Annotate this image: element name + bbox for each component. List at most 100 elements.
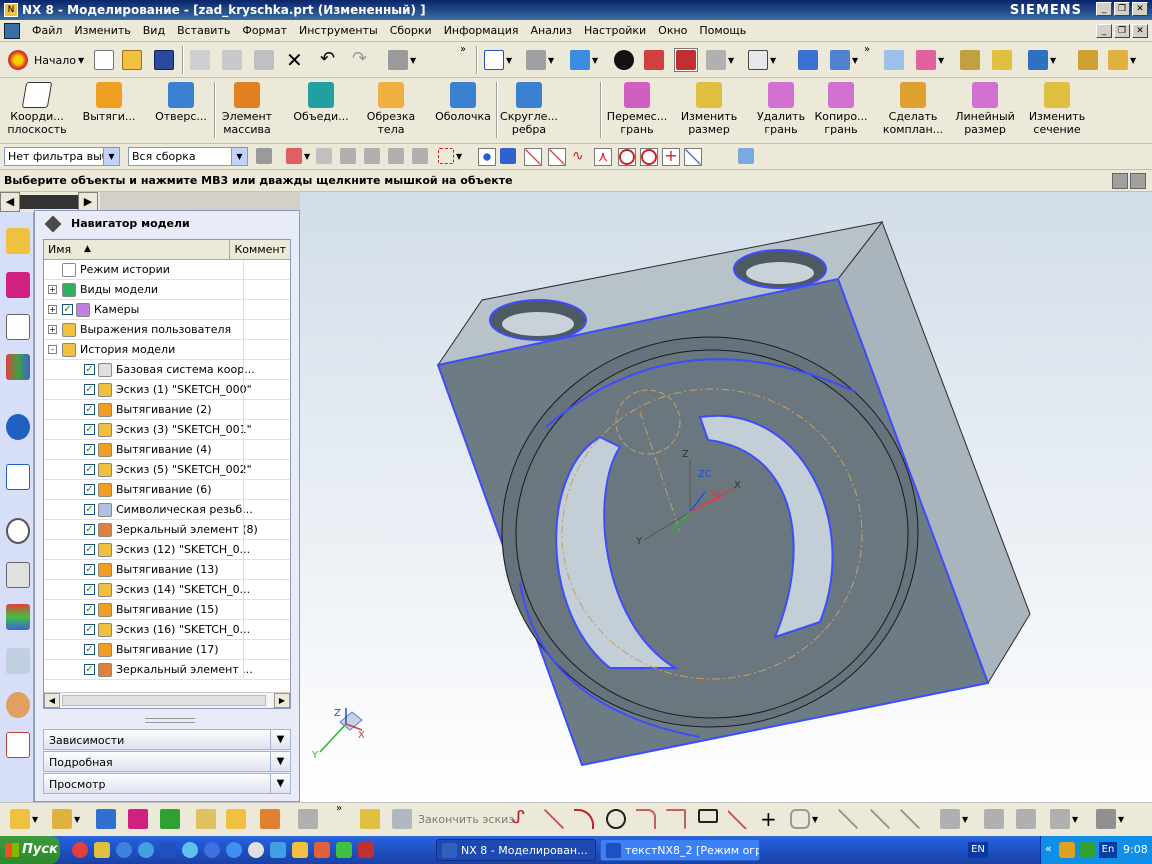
nav-left-button[interactable]: ◀: [0, 192, 20, 212]
explode-button[interactable]: [196, 809, 216, 829]
clip-button[interactable]: ▼: [706, 50, 734, 70]
move-face-button[interactable]: Перемес... грань: [602, 82, 672, 140]
trim-body-button[interactable]: Обрезка тела: [356, 82, 426, 140]
datum-plane-button[interactable]: Коорди... плоскость: [2, 82, 72, 140]
cut-button[interactable]: [190, 50, 210, 70]
pattern-feature-button[interactable]: Элемент массива: [212, 82, 282, 140]
quicklaunch-word-icon[interactable]: [160, 842, 176, 858]
section-button[interactable]: [674, 48, 698, 72]
visibility-checkbox[interactable]: ✓: [62, 304, 73, 315]
quicklaunch-icon-10[interactable]: [270, 842, 286, 858]
task-nx8[interactable]: NX 8 - Моделирован...: [436, 839, 596, 861]
quicklaunch-icon-12[interactable]: [314, 842, 330, 858]
column-comment[interactable]: Коммент: [230, 240, 290, 259]
info-icon[interactable]: [6, 414, 30, 440]
tree-row[interactable]: ✓ Вытягивание (4): [44, 440, 290, 460]
minimize-button[interactable]: _: [1096, 2, 1112, 16]
tree-row[interactable]: ✓ Вытягивание (17): [44, 640, 290, 660]
fit-view-button[interactable]: ▼: [484, 50, 512, 70]
wcs-button[interactable]: ▼: [830, 50, 858, 70]
graphics-window[interactable]: Z ZC XC X Y Z X Y: [300, 192, 1152, 802]
visibility-checkbox[interactable]: ✓: [84, 644, 95, 655]
general-selection-button[interactable]: ▼: [286, 148, 310, 164]
menu-view[interactable]: Вид: [137, 24, 171, 37]
layer-button[interactable]: [884, 50, 904, 70]
menu-help[interactable]: Помощь: [693, 24, 752, 37]
copy-button[interactable]: [222, 50, 242, 70]
point-on-face-snap-button[interactable]: [738, 148, 754, 164]
menu-preferences[interactable]: Настройки: [578, 24, 652, 37]
tree-row[interactable]: + Выражения пользователя: [44, 320, 290, 340]
pin-icon[interactable]: [44, 215, 62, 233]
expand-icon[interactable]: +: [48, 285, 57, 294]
fillet-button[interactable]: [636, 809, 656, 829]
process-studio-icon[interactable]: [6, 648, 30, 674]
polygon-button[interactable]: [728, 809, 748, 829]
unite-button[interactable]: Объеди...: [286, 82, 356, 140]
hole-button[interactable]: Отверс...: [146, 82, 216, 140]
profile-button[interactable]: ᔑ: [512, 807, 525, 828]
link-button[interactable]: [260, 809, 280, 829]
chamfer-button[interactable]: [666, 809, 686, 829]
dimension-button[interactable]: [984, 809, 1004, 829]
menu-file[interactable]: Файл: [26, 24, 68, 37]
line-button[interactable]: [544, 809, 564, 829]
start-menu-button[interactable]: Начало ▼: [8, 50, 84, 70]
toolbar-overflow-button-3[interactable]: »: [336, 803, 342, 814]
tray-icon-2[interactable]: [1079, 842, 1095, 858]
select-edge-button[interactable]: [412, 148, 428, 164]
quicklaunch-folder-icon[interactable]: [292, 842, 308, 858]
quicklaunch-icon-13[interactable]: [336, 842, 352, 858]
expand-icon[interactable]: +: [48, 305, 57, 314]
intersection-snap-button[interactable]: ⋏: [594, 148, 612, 166]
clock[interactable]: 9:08: [1123, 843, 1148, 856]
doc-restore-button[interactable]: ❐: [1114, 23, 1130, 38]
point-button[interactable]: +: [760, 807, 777, 831]
quadrant-snap-button[interactable]: [640, 148, 658, 166]
edge-blend-button[interactable]: Скругле... ребра: [494, 82, 564, 140]
change-section-button[interactable]: Изменить сечение: [1022, 82, 1092, 140]
make-coplanar-button[interactable]: Сделать комплан...: [878, 82, 948, 140]
move-object-button[interactable]: ▼: [1028, 50, 1056, 70]
copy-face-button[interactable]: Копиро... грань: [806, 82, 876, 140]
task-word-document[interactable]: текстNX8_2 [Режим огр...: [600, 839, 760, 861]
visibility-checkbox[interactable]: ✓: [84, 544, 95, 555]
system-scenes-icon[interactable]: [6, 732, 30, 758]
quicklaunch-icon-6[interactable]: [182, 842, 198, 858]
visibility-checkbox[interactable]: ✓: [84, 504, 95, 515]
visibility-checkbox[interactable]: ✓: [84, 464, 95, 475]
menu-analysis[interactable]: Анализ: [525, 24, 579, 37]
tray-expand-icon[interactable]: «: [1045, 842, 1052, 855]
start-button[interactable]: Пуск: [0, 836, 60, 864]
scroll-left-button[interactable]: ◀: [44, 693, 60, 708]
assembly-button[interactable]: ▼: [10, 809, 38, 829]
shell-button[interactable]: Оболочка: [428, 82, 498, 140]
visibility-checkbox[interactable]: ✓: [84, 604, 95, 615]
endpoint-snap-button[interactable]: [524, 148, 542, 166]
constraint-navigator-icon[interactable]: [6, 272, 30, 298]
quicklaunch-ie-icon[interactable]: [226, 842, 242, 858]
visibility-checkbox[interactable]: ✓: [84, 364, 95, 375]
rectangle-select-button[interactable]: ▼: [438, 148, 462, 164]
visibility-checkbox[interactable]: ✓: [84, 624, 95, 635]
visibility-checkbox[interactable]: ✓: [84, 444, 95, 455]
mate-button[interactable]: [128, 809, 148, 829]
quicklaunch-icon-2[interactable]: [94, 842, 110, 858]
quicklaunch-icon-9[interactable]: [248, 842, 264, 858]
nx-app-icon[interactable]: N: [4, 3, 18, 17]
tree-row[interactable]: ✓ Базовая система коор...: [44, 360, 290, 380]
point-on-curve-snap-button[interactable]: [684, 148, 702, 166]
doc-close-button[interactable]: ✕: [1132, 23, 1148, 38]
existing-point-snap-button[interactable]: +: [662, 148, 680, 166]
finish-sketch-button[interactable]: [392, 809, 412, 829]
tree-row[interactable]: ✓ Эскиз (3) "SKETCH_001": [44, 420, 290, 440]
follow-selection-button[interactable]: [316, 148, 332, 164]
tree-row[interactable]: + ✓ Камеры: [44, 300, 290, 320]
tree-row[interactable]: ✓ Вытягивание (6): [44, 480, 290, 500]
visibility-checkbox[interactable]: ✓: [84, 384, 95, 395]
offset-curve-button[interactable]: ▼: [790, 809, 818, 829]
menu-tools[interactable]: Инструменты: [293, 24, 384, 37]
tree-row[interactable]: ✓ Вытягивание (15): [44, 600, 290, 620]
move-component-button[interactable]: [96, 809, 116, 829]
history-clock-icon[interactable]: [6, 518, 30, 544]
